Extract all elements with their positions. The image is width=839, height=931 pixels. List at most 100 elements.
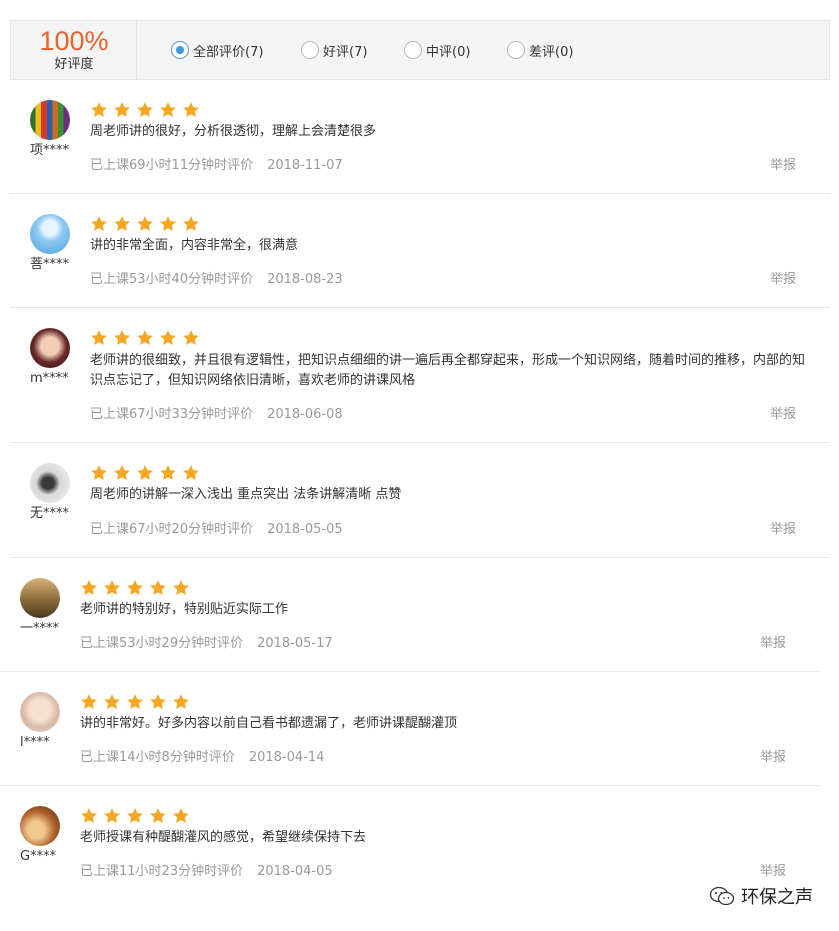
star-icon bbox=[182, 215, 200, 233]
avatar[interactable] bbox=[30, 100, 70, 140]
star-icon bbox=[159, 215, 177, 233]
star-icon bbox=[113, 464, 131, 482]
star-icon bbox=[113, 101, 131, 119]
star-icon bbox=[149, 693, 167, 711]
star-icon bbox=[126, 579, 144, 597]
study-time: 已上课67小时33分钟时评价 bbox=[90, 407, 254, 422]
star-icon bbox=[172, 579, 190, 597]
filter-negative[interactable]: 差评(0) bbox=[507, 39, 573, 61]
review-item: l**** 讲的非常好。好多内容以前自己看书都遗漏了，老师讲课醍醐灌顶 已上课14小… bbox=[0, 672, 820, 786]
radio-button[interactable] bbox=[301, 41, 319, 59]
report-link[interactable]: 举报 bbox=[760, 746, 786, 765]
study-time: 已上课53小时40分钟时评价 bbox=[90, 272, 254, 287]
star-icon bbox=[113, 329, 131, 347]
star-rating bbox=[90, 101, 205, 119]
filter-neutral[interactable]: 中评(0) bbox=[404, 39, 470, 61]
review-date: 2018-06-08 bbox=[267, 407, 343, 422]
report-link[interactable]: 举报 bbox=[760, 860, 786, 879]
review-content: 老师讲的很细致，并且很有逻辑性，把知识点细细的讲一遍后再全都穿起来，形成一个知识… bbox=[90, 353, 806, 388]
review-item: 一**** 老师讲的特别好，特别贴近实际工作 已上课53小时29分钟时评价 2018-… bbox=[0, 558, 820, 672]
star-icon bbox=[172, 693, 190, 711]
star-icon bbox=[103, 579, 121, 597]
star-icon bbox=[182, 329, 200, 347]
review-date: 2018-05-05 bbox=[267, 522, 343, 537]
star-rating bbox=[90, 329, 205, 347]
star-rating bbox=[80, 579, 195, 597]
star-rating bbox=[80, 693, 195, 711]
star-icon bbox=[149, 579, 167, 597]
review-date: 2018-04-14 bbox=[248, 750, 325, 765]
reviewer-name: 项**** bbox=[30, 143, 70, 158]
star-icon bbox=[103, 693, 121, 711]
radio-button-checked[interactable] bbox=[171, 41, 189, 59]
star-icon bbox=[126, 693, 144, 711]
filter-positive[interactable]: 好评(7) bbox=[301, 39, 367, 61]
star-icon bbox=[136, 329, 154, 347]
star-icon bbox=[113, 215, 131, 233]
star-rating bbox=[90, 464, 205, 482]
star-icon bbox=[159, 329, 177, 347]
filter-all[interactable]: 全部评价(7) bbox=[171, 39, 263, 61]
reviewer-name: l**** bbox=[20, 735, 50, 750]
star-icon bbox=[159, 464, 177, 482]
avatar[interactable] bbox=[20, 578, 60, 618]
reviewer-name: m**** bbox=[30, 371, 69, 386]
review-date: 2018-04-05 bbox=[257, 864, 333, 879]
star-icon bbox=[90, 215, 108, 233]
review-date: 2018-05-17 bbox=[257, 636, 333, 651]
report-link[interactable]: 举报 bbox=[760, 632, 786, 651]
review-item: 无**** 周老师的讲解一深入浅出 重点突出 法条讲解清晰 点赞 已上课67小时20… bbox=[10, 443, 830, 558]
star-icon bbox=[136, 101, 154, 119]
star-icon bbox=[172, 807, 190, 825]
filter-positive-label: 好评(7) bbox=[323, 44, 368, 60]
study-time: 已上课67小时20分钟时评价 bbox=[90, 522, 254, 537]
report-link[interactable]: 举报 bbox=[770, 268, 796, 287]
star-icon bbox=[103, 807, 121, 825]
avatar[interactable] bbox=[20, 692, 60, 732]
review-meta: 已上课67小时33分钟时评价 2018-06-08 bbox=[90, 403, 343, 422]
star-icon bbox=[80, 693, 98, 711]
rating-summary-bar: 100% 好评度 全部评价(7) 好评(7) 中评(0) 差评(0) bbox=[10, 20, 830, 80]
review-content: 周老师讲的很好，分析很透彻，理解上会清楚很多 bbox=[90, 124, 377, 139]
star-icon bbox=[182, 101, 200, 119]
filter-negative-label: 差评(0) bbox=[529, 44, 574, 60]
positive-rate-label: 好评度 bbox=[54, 57, 94, 72]
report-link[interactable]: 举报 bbox=[770, 518, 796, 537]
review-item: 菩**** 讲的非常全面，内容非常全，很满意 已上课53小时40分钟时评价 2018-… bbox=[10, 194, 830, 308]
review-date: 2018-11-07 bbox=[267, 158, 343, 173]
review-item: G**** 老师授课有种醍醐灌风的感觉，希望继续保持下去 已上课11小时23分钟时评… bbox=[0, 786, 820, 900]
report-link[interactable]: 举报 bbox=[770, 154, 796, 173]
avatar[interactable] bbox=[20, 806, 60, 846]
review-content: 老师授课有种醍醐灌风的感觉，希望继续保持下去 bbox=[80, 830, 367, 845]
review-item: 项**** 周老师讲的很好，分析很透彻，理解上会清楚很多 已上课69小时11分钟时评… bbox=[10, 80, 830, 194]
star-icon bbox=[90, 464, 108, 482]
review-content: 周老师的讲解一深入浅出 重点突出 法条讲解清晰 点赞 bbox=[90, 487, 402, 502]
reviewer-name: G**** bbox=[20, 849, 57, 864]
radio-button[interactable] bbox=[404, 41, 422, 59]
star-icon bbox=[126, 807, 144, 825]
avatar[interactable] bbox=[30, 463, 70, 503]
report-link[interactable]: 举报 bbox=[770, 403, 796, 422]
avatar[interactable] bbox=[30, 214, 70, 254]
star-icon bbox=[80, 807, 98, 825]
study-time: 已上课11小时23分钟时评价 bbox=[80, 864, 244, 879]
study-time: 已上课53小时29分钟时评价 bbox=[80, 636, 244, 651]
star-icon bbox=[90, 329, 108, 347]
review-content: 讲的非常好。好多内容以前自己看书都遗漏了，老师讲课醍醐灌顶 bbox=[80, 716, 458, 731]
star-icon bbox=[136, 215, 154, 233]
watermark-text: 环保之声 bbox=[741, 887, 813, 908]
star-icon bbox=[80, 579, 98, 597]
star-icon bbox=[90, 101, 108, 119]
review-item: m**** 老师讲的很细致，并且很有逻辑性，把知识点细细的讲一遍后再全都穿起来，形… bbox=[10, 308, 830, 443]
watermark: 环保之声 bbox=[709, 883, 813, 909]
radio-button[interactable] bbox=[507, 41, 525, 59]
positive-rate-box: 100% 好评度 bbox=[11, 21, 137, 79]
avatar[interactable] bbox=[30, 328, 70, 368]
reviewer-name: 无**** bbox=[30, 506, 70, 521]
star-icon bbox=[159, 101, 177, 119]
review-meta: 已上课11小时23分钟时评价 2018-04-05 bbox=[80, 860, 333, 879]
star-icon bbox=[149, 807, 167, 825]
review-content: 讲的非常全面，内容非常全，很满意 bbox=[90, 238, 299, 253]
filter-neutral-label: 中评(0) bbox=[426, 44, 471, 60]
review-date: 2018-08-23 bbox=[267, 272, 343, 287]
